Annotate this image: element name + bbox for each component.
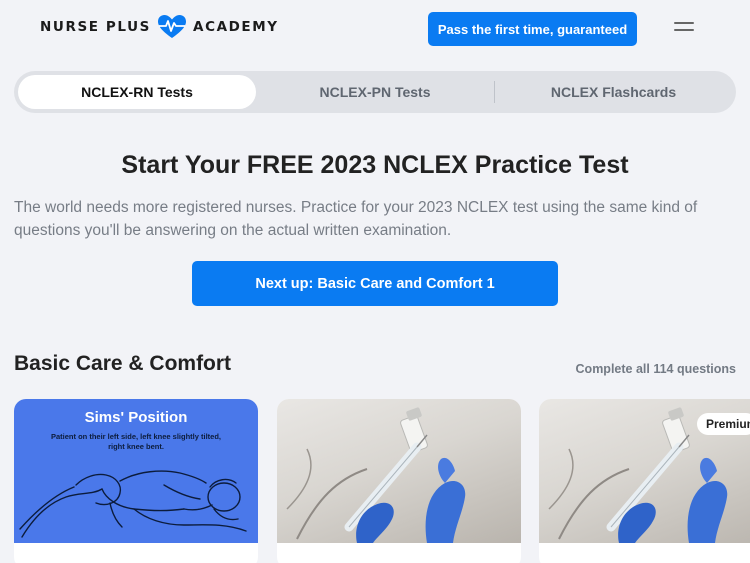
site-header: NURSE PLUS ACADEMY Pass the first time, … (0, 0, 750, 62)
guarantee-button[interactable]: Pass the first time, guaranteed (428, 12, 637, 46)
tab-nclex-rn-tests[interactable]: NCLEX-RN Tests (18, 75, 256, 109)
page-title: Start Your FREE 2023 NCLEX Practice Test (121, 151, 629, 179)
next-test-button[interactable]: Next up: Basic Care and Comfort 1 (192, 261, 558, 306)
tab-nclex-flashcards[interactable]: NCLEX Flashcards (495, 75, 732, 109)
hamburger-menu-icon[interactable] (674, 20, 696, 34)
patient-lying-illustration (19, 470, 247, 538)
tab-nclex-pn-tests[interactable]: NCLEX-PN Tests (256, 75, 494, 109)
brand-name-left: NURSE PLUS (40, 19, 152, 35)
premium-badge: Premium (697, 413, 750, 435)
brand-logo[interactable]: NURSE PLUS ACADEMY (40, 14, 279, 40)
topic-card-syringe[interactable] (277, 399, 521, 563)
page-description: The world needs more registered nurses. … (14, 199, 698, 239)
topic-card-sims-position[interactable]: Sims' Position Patient on their left sid… (14, 399, 258, 563)
syringe-photo (277, 399, 521, 543)
question-count-label: Complete all 114 questions (575, 362, 736, 376)
test-type-tabs: NCLEX-RN Tests NCLEX-PN Tests NCLEX Flas… (14, 71, 736, 113)
heart-pulse-icon (158, 15, 187, 38)
sims-position-illustration: Sims' Position Patient on their left sid… (14, 399, 258, 543)
section-title: Basic Care & Comfort (14, 352, 232, 375)
gloved-hands-syringe-image (286, 407, 466, 543)
brand-name-right: ACADEMY (193, 19, 279, 35)
